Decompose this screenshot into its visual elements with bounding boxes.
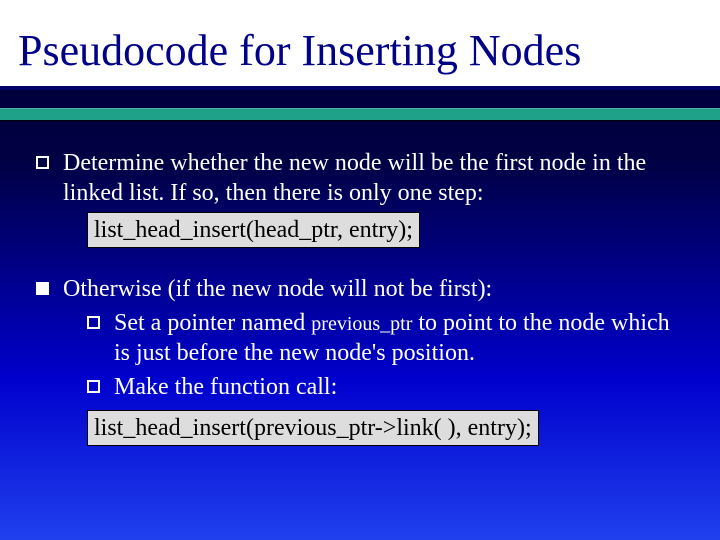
accent-bar	[0, 108, 720, 120]
square-bullet-icon	[87, 380, 100, 393]
sub-bullet-item: Set a pointer named previous_ptr to poin…	[63, 308, 684, 368]
square-bullet-icon	[36, 156, 49, 169]
code-box: list_head_insert(previous_ptr->link( ), …	[87, 410, 539, 446]
inline-code: previous_ptr	[311, 313, 412, 335]
sub-text-pre: Set a pointer named	[114, 310, 311, 336]
slide-content: Determine whether the new node will be t…	[0, 120, 720, 446]
sub-bullet-item: Make the function call:	[63, 372, 684, 402]
bullet-item: Otherwise (if the new node will not be f…	[36, 274, 684, 446]
sub-list: Set a pointer named previous_ptr to poin…	[63, 308, 684, 402]
bullet-text: Otherwise (if the new node will not be f…	[63, 276, 492, 302]
title-underline	[0, 86, 720, 90]
slide-title: Pseudocode for Inserting Nodes	[0, 0, 720, 86]
code-box: list_head_insert(head_ptr, entry);	[87, 212, 420, 248]
square-bullet-filled-icon	[36, 282, 49, 295]
square-bullet-icon	[87, 316, 100, 329]
bullet-item: Determine whether the new node will be t…	[36, 148, 684, 248]
sub-text-pre: Make the function call:	[114, 374, 337, 400]
bullet-text: Determine whether the new node will be t…	[63, 150, 646, 206]
